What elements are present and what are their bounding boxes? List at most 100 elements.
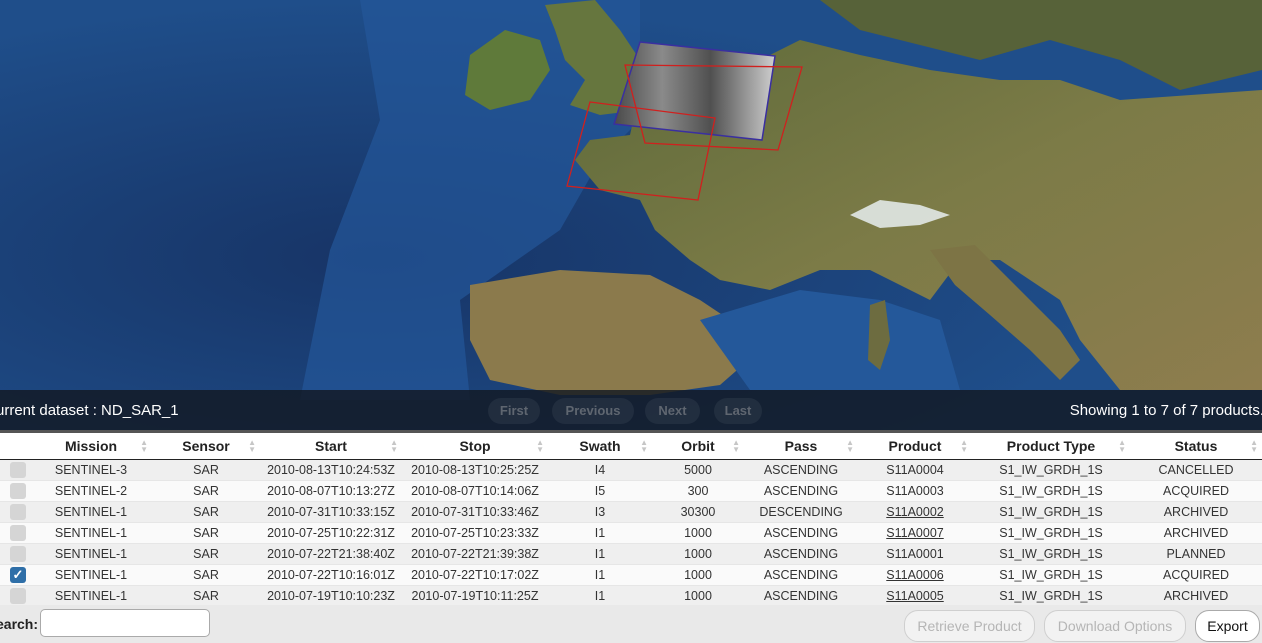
column-header-label: Mission: [64, 438, 118, 454]
column-header-label: Sensor: [182, 438, 230, 454]
cell-product: S11A0001: [858, 543, 972, 565]
cell-product: S11A0003: [858, 480, 972, 502]
column-header-swath[interactable]: Swath ▲ ▼: [548, 433, 652, 460]
cell-stop: 2010-07-25T10:23:33Z: [402, 522, 548, 544]
download-options-button[interactable]: Download Options: [1044, 610, 1186, 642]
row-checkbox[interactable]: [10, 588, 26, 604]
table-row[interactable]: SENTINEL-1 SAR 2010-07-25T10:22:31Z 2010-07…: [0, 522, 1262, 544]
column-header-orbit[interactable]: Orbit ▲ ▼: [652, 433, 744, 460]
cell-start: 2010-07-19T10:10:23Z: [260, 585, 402, 606]
sort-icon: ▲ ▼: [1118, 438, 1126, 454]
cell-swath: I1: [548, 522, 652, 544]
column-header-label: Swath: [579, 438, 621, 454]
column-header-label: Orbit: [681, 438, 715, 454]
select-cell: ✓: [0, 564, 30, 586]
next-page-button[interactable]: Next: [645, 398, 700, 424]
row-checkbox[interactable]: [10, 462, 26, 478]
retrieve-product-button[interactable]: Retrieve Product: [904, 610, 1035, 642]
sar-image-footprint: [613, 41, 776, 141]
cell-product-type: S1_IW_GRDH_1S: [972, 480, 1130, 502]
row-checkbox[interactable]: [10, 525, 26, 541]
cell-orbit: 300: [652, 480, 744, 502]
cell-product-type: S1_IW_GRDH_1S: [972, 501, 1130, 523]
products-table-container: Mission ▲ ▼ Sensor ▲ ▼ Start ▲ ▼ Stop ▲ ▼ Swath ▲…: [0, 430, 1262, 606]
select-cell: [0, 501, 30, 523]
results-count: Showing 1 to 7 of 7 products.: [1069, 402, 1262, 419]
column-header-product[interactable]: Product ▲ ▼: [858, 433, 972, 460]
cell-swath: I3: [548, 501, 652, 523]
table-row[interactable]: SENTINEL-3 SAR 2010-08-13T10:24:53Z 2010-08…: [0, 459, 1262, 481]
cell-pass: ASCENDING: [744, 543, 858, 565]
cell-product: S11A0004: [858, 459, 972, 481]
select-cell: [0, 522, 30, 544]
cell-product-type: S1_IW_GRDH_1S: [972, 585, 1130, 606]
cell-stop: 2010-07-31T10:33:46Z: [402, 501, 548, 523]
table-header-row: Mission ▲ ▼ Sensor ▲ ▼ Start ▲ ▼ Stop ▲ ▼ Swath ▲…: [0, 433, 1262, 460]
sort-icon: ▲ ▼: [732, 438, 740, 454]
cell-orbit: 1000: [652, 564, 744, 586]
column-header-stop[interactable]: Stop ▲ ▼: [402, 433, 548, 460]
cell-orbit: 30300: [652, 501, 744, 523]
last-page-button[interactable]: Last: [714, 398, 762, 424]
sort-icon: ▲ ▼: [1250, 438, 1258, 454]
table-row[interactable]: SENTINEL-1 SAR 2010-07-31T10:33:15Z 2010-07…: [0, 501, 1262, 523]
previous-page-button[interactable]: Previous: [552, 398, 634, 424]
cell-sensor: SAR: [152, 501, 260, 523]
cell-pass: ASCENDING: [744, 585, 858, 606]
column-header-sensor[interactable]: Sensor ▲ ▼: [152, 433, 260, 460]
first-page-button[interactable]: First: [488, 398, 540, 424]
row-checkbox[interactable]: [10, 546, 26, 562]
cell-status: ACQUIRED: [1130, 480, 1262, 502]
cell-pass: ASCENDING: [744, 564, 858, 586]
column-header-label: Start: [315, 438, 347, 454]
table-row[interactable]: ✓ SENTINEL-1 SAR 2010-07-22T10:16:01Z 2010-0…: [0, 564, 1262, 586]
cell-stop: 2010-07-22T21:39:38Z: [402, 543, 548, 565]
cell-product[interactable]: S11A0005: [858, 585, 972, 606]
cell-orbit: 5000: [652, 459, 744, 481]
cell-product[interactable]: S11A0002: [858, 501, 972, 523]
cell-sensor: SAR: [152, 543, 260, 565]
cell-orbit: 1000: [652, 585, 744, 606]
select-cell: [0, 585, 30, 606]
table-row[interactable]: SENTINEL-1 SAR 2010-07-19T10:10:23Z 2010-07…: [0, 585, 1262, 606]
cell-product[interactable]: S11A0006: [858, 564, 972, 586]
cell-status: ARCHIVED: [1130, 522, 1262, 544]
select-column-header: [0, 433, 30, 460]
column-header-start[interactable]: Start ▲ ▼: [260, 433, 402, 460]
cell-product-type: S1_IW_GRDH_1S: [972, 459, 1130, 481]
column-header-status[interactable]: Status ▲ ▼: [1130, 433, 1262, 460]
cell-sensor: SAR: [152, 585, 260, 606]
column-header-pass[interactable]: Pass ▲ ▼: [744, 433, 858, 460]
column-header-label: Product Type: [1006, 438, 1096, 454]
cell-sensor: SAR: [152, 480, 260, 502]
cell-product[interactable]: S11A0007: [858, 522, 972, 544]
row-checkbox[interactable]: ✓: [10, 567, 26, 583]
sort-icon: ▲ ▼: [846, 438, 854, 454]
row-checkbox[interactable]: [10, 504, 26, 520]
cell-status: PLANNED: [1130, 543, 1262, 565]
row-checkbox[interactable]: [10, 483, 26, 499]
cell-stop: 2010-07-22T10:17:02Z: [402, 564, 548, 586]
cell-mission: SENTINEL-1: [30, 501, 152, 523]
cell-swath: I4: [548, 459, 652, 481]
column-header-product-type[interactable]: Product Type ▲ ▼: [972, 433, 1130, 460]
products-table: Mission ▲ ▼ Sensor ▲ ▼ Start ▲ ▼ Stop ▲ ▼ Swath ▲…: [0, 433, 1262, 606]
cell-stop: 2010-08-07T10:14:06Z: [402, 480, 548, 502]
cell-mission: SENTINEL-1: [30, 585, 152, 606]
column-header-mission[interactable]: Mission ▲ ▼: [30, 433, 152, 460]
column-header-label: Status: [1174, 438, 1218, 454]
table-row[interactable]: SENTINEL-1 SAR 2010-07-22T21:38:40Z 2010-07…: [0, 543, 1262, 565]
map-view[interactable]: [0, 0, 1262, 430]
table-body: SENTINEL-3 SAR 2010-08-13T10:24:53Z 2010-08…: [0, 459, 1262, 606]
cell-start: 2010-07-22T21:38:40Z: [260, 543, 402, 565]
cell-sensor: SAR: [152, 522, 260, 544]
cell-status: CANCELLED: [1130, 459, 1262, 481]
cell-status: ACQUIRED: [1130, 564, 1262, 586]
search-input[interactable]: [40, 609, 210, 637]
table-row[interactable]: SENTINEL-2 SAR 2010-08-07T10:13:27Z 2010-08…: [0, 480, 1262, 502]
cell-pass: ASCENDING: [744, 480, 858, 502]
select-cell: [0, 543, 30, 565]
cell-mission: SENTINEL-1: [30, 564, 152, 586]
current-dataset-label: urrent dataset : ND_SAR_1: [0, 402, 179, 419]
export-button[interactable]: Export: [1195, 610, 1260, 642]
